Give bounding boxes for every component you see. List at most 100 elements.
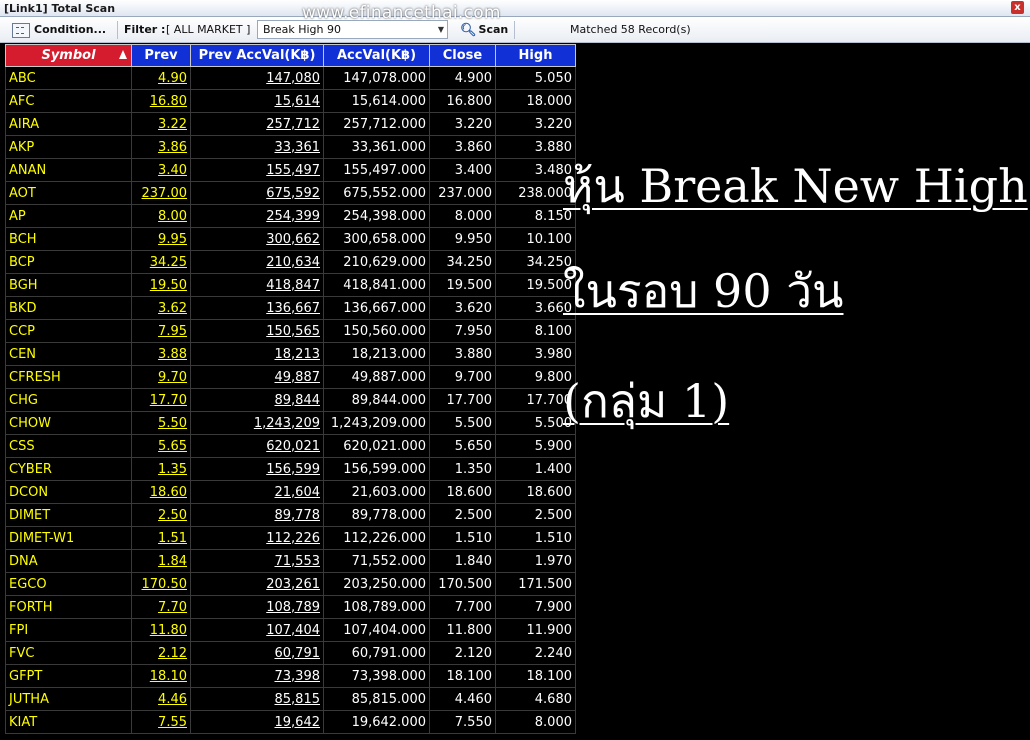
- cell-symbol[interactable]: ABC: [5, 66, 132, 90]
- cell-prev[interactable]: 16.80: [131, 89, 191, 113]
- cell-symbol[interactable]: FORTH: [5, 595, 132, 619]
- cell-prev-accval[interactable]: 675,592: [190, 181, 324, 205]
- table-row[interactable]: CCP 7.95 150,565 150,560.000 7.950 8.100: [5, 319, 576, 343]
- cell-prev-accval[interactable]: 71,553: [190, 549, 324, 573]
- cell-symbol[interactable]: EGCO: [5, 572, 132, 596]
- table-row[interactable]: KIAT 7.55 19,642 19,642.000 7.550 8.000: [5, 710, 576, 734]
- column-header-prev-accval[interactable]: Prev AccVal(K฿): [190, 44, 324, 67]
- cell-prev[interactable]: 3.86: [131, 135, 191, 159]
- table-row[interactable]: DCON 18.60 21,604 21,603.000 18.600 18.600: [5, 480, 576, 504]
- cell-prev[interactable]: 1.51: [131, 526, 191, 550]
- cell-prev[interactable]: 18.10: [131, 664, 191, 688]
- cell-prev[interactable]: 170.50: [131, 572, 191, 596]
- table-row[interactable]: AOT 237.00 675,592 675,552.000 237.000 238.00…: [5, 181, 576, 205]
- table-row[interactable]: CHOW 5.50 1,243,209 1,243,209.000 5.500 5.500: [5, 411, 576, 435]
- table-row[interactable]: AKP 3.86 33,361 33,361.000 3.860 3.880: [5, 135, 576, 159]
- cell-symbol[interactable]: CSS: [5, 434, 132, 458]
- cell-symbol[interactable]: BGH: [5, 273, 132, 297]
- cell-prev[interactable]: 34.25: [131, 250, 191, 274]
- table-row[interactable]: GFPT 18.10 73,398 73,398.000 18.100 18.100: [5, 664, 576, 688]
- cell-prev[interactable]: 3.22: [131, 112, 191, 136]
- cell-prev[interactable]: 19.50: [131, 273, 191, 297]
- table-row[interactable]: FORTH 7.70 108,789 108,789.000 7.700 7.900: [5, 595, 576, 619]
- cell-symbol[interactable]: BKD: [5, 296, 132, 320]
- cell-prev-accval[interactable]: 18,213: [190, 342, 324, 366]
- cell-prev-accval[interactable]: 73,398: [190, 664, 324, 688]
- cell-symbol[interactable]: AP: [5, 204, 132, 228]
- cell-symbol[interactable]: GFPT: [5, 664, 132, 688]
- chevron-down-icon[interactable]: ▼: [438, 21, 444, 38]
- cell-prev-accval[interactable]: 112,226: [190, 526, 324, 550]
- cell-prev-accval[interactable]: 89,844: [190, 388, 324, 412]
- table-row[interactable]: BCH 9.95 300,662 300,658.000 9.950 10.100: [5, 227, 576, 251]
- cell-prev[interactable]: 3.88: [131, 342, 191, 366]
- cell-symbol[interactable]: CYBER: [5, 457, 132, 481]
- cell-prev-accval[interactable]: 147,080: [190, 66, 324, 90]
- filter-market-selector[interactable]: [ ALL MARKET ]: [166, 17, 250, 42]
- cell-prev[interactable]: 9.70: [131, 365, 191, 389]
- cell-symbol[interactable]: CFRESH: [5, 365, 132, 389]
- cell-symbol[interactable]: CCP: [5, 319, 132, 343]
- cell-prev[interactable]: 4.46: [131, 687, 191, 711]
- cell-prev-accval[interactable]: 300,662: [190, 227, 324, 251]
- cell-symbol[interactable]: CHOW: [5, 411, 132, 435]
- cell-prev-accval[interactable]: 60,791: [190, 641, 324, 665]
- column-header-high[interactable]: High: [495, 44, 576, 67]
- table-row[interactable]: CHG 17.70 89,844 89,844.000 17.700 17.700: [5, 388, 576, 412]
- cell-symbol[interactable]: AKP: [5, 135, 132, 159]
- table-row[interactable]: CSS 5.65 620,021 620,021.000 5.650 5.900: [5, 434, 576, 458]
- cell-prev[interactable]: 5.65: [131, 434, 191, 458]
- cell-symbol[interactable]: FVC: [5, 641, 132, 665]
- cell-prev[interactable]: 1.84: [131, 549, 191, 573]
- table-row[interactable]: ABC 4.90 147,080 147,078.000 4.900 5.050: [5, 66, 576, 90]
- table-row[interactable]: FPI 11.80 107,404 107,404.000 11.800 11.900: [5, 618, 576, 642]
- cell-prev[interactable]: 8.00: [131, 204, 191, 228]
- cell-prev-accval[interactable]: 89,778: [190, 503, 324, 527]
- cell-prev-accval[interactable]: 150,565: [190, 319, 324, 343]
- cell-symbol[interactable]: BCH: [5, 227, 132, 251]
- table-row[interactable]: CYBER 1.35 156,599 156,599.000 1.350 1.400: [5, 457, 576, 481]
- table-row[interactable]: DIMET 2.50 89,778 89,778.000 2.500 2.500: [5, 503, 576, 527]
- cell-prev[interactable]: 18.60: [131, 480, 191, 504]
- cell-prev[interactable]: 11.80: [131, 618, 191, 642]
- cell-prev-accval[interactable]: 203,261: [190, 572, 324, 596]
- table-row[interactable]: FVC 2.12 60,791 60,791.000 2.120 2.240: [5, 641, 576, 665]
- close-icon[interactable]: x: [1011, 1, 1024, 14]
- table-row[interactable]: CEN 3.88 18,213 18,213.000 3.880 3.980: [5, 342, 576, 366]
- cell-prev[interactable]: 1.35: [131, 457, 191, 481]
- cell-symbol[interactable]: AOT: [5, 181, 132, 205]
- cell-symbol[interactable]: DIMET: [5, 503, 132, 527]
- table-row[interactable]: AP 8.00 254,399 254,398.000 8.000 8.150: [5, 204, 576, 228]
- cell-symbol[interactable]: KIAT: [5, 710, 132, 734]
- cell-symbol[interactable]: BCP: [5, 250, 132, 274]
- table-row[interactable]: CFRESH 9.70 49,887 49,887.000 9.700 9.800: [5, 365, 576, 389]
- cell-prev-accval[interactable]: 33,361: [190, 135, 324, 159]
- table-row[interactable]: AIRA 3.22 257,712 257,712.000 3.220 3.220: [5, 112, 576, 136]
- cell-symbol[interactable]: AIRA: [5, 112, 132, 136]
- table-row[interactable]: BGH 19.50 418,847 418,841.000 19.500 19.500: [5, 273, 576, 297]
- cell-prev[interactable]: 7.55: [131, 710, 191, 734]
- cell-prev-accval[interactable]: 49,887: [190, 365, 324, 389]
- cell-prev[interactable]: 237.00: [131, 181, 191, 205]
- cell-prev-accval[interactable]: 108,789: [190, 595, 324, 619]
- table-row[interactable]: ANAN 3.40 155,497 155,497.000 3.400 3.480: [5, 158, 576, 182]
- cell-prev[interactable]: 17.70: [131, 388, 191, 412]
- cell-symbol[interactable]: CHG: [5, 388, 132, 412]
- cell-prev[interactable]: 9.95: [131, 227, 191, 251]
- cell-symbol[interactable]: FPI: [5, 618, 132, 642]
- column-header-prev[interactable]: Prev: [131, 44, 191, 67]
- table-row[interactable]: JUTHA 4.46 85,815 85,815.000 4.460 4.680: [5, 687, 576, 711]
- cell-symbol[interactable]: DCON: [5, 480, 132, 504]
- table-row[interactable]: DNA 1.84 71,553 71,552.000 1.840 1.970: [5, 549, 576, 573]
- cell-prev-accval[interactable]: 620,021: [190, 434, 324, 458]
- cell-symbol[interactable]: ANAN: [5, 158, 132, 182]
- column-header-accval[interactable]: AccVal(K฿): [323, 44, 430, 67]
- cell-prev-accval[interactable]: 21,604: [190, 480, 324, 504]
- cell-symbol[interactable]: JUTHA: [5, 687, 132, 711]
- cell-prev-accval[interactable]: 15,614: [190, 89, 324, 113]
- cell-symbol[interactable]: DNA: [5, 549, 132, 573]
- table-row[interactable]: EGCO 170.50 203,261 203,250.000 170.500 171.5…: [5, 572, 576, 596]
- cell-prev-accval[interactable]: 85,815: [190, 687, 324, 711]
- cell-symbol[interactable]: CEN: [5, 342, 132, 366]
- cell-prev[interactable]: 3.62: [131, 296, 191, 320]
